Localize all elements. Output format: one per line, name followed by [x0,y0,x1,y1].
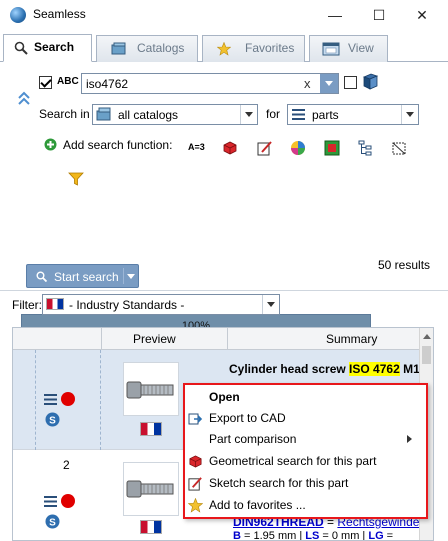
filter-row: Filter: - Industry Standards - [0,290,448,320]
chevron-down-icon[interactable] [262,295,279,314]
list-icon [292,109,305,120]
svg-text:S: S [49,415,56,426]
geometry-search-icon[interactable] [222,140,238,156]
results-count: 50 results [378,258,431,272]
part-dimensions: B = 1.95 mm | LS = 0 mm | LG = [233,530,394,541]
search-highlight: ISO 4762 [349,362,400,376]
tab-search[interactable]: Search [3,34,92,62]
menu-item-add-to-favorites[interactable]: Add to favorites ... [185,496,426,515]
maximize-button[interactable]: ☐ [369,5,389,25]
filter-value: - Industry Standards - [69,298,185,312]
color-search-icon[interactable] [290,140,306,156]
attribute-search-icon[interactable]: A=3 [188,142,205,152]
export-icon [188,413,203,425]
scroll-thumb[interactable] [422,346,431,364]
standards-flags-icon [140,422,162,436]
flags-icon [46,298,64,310]
standards-flags-icon [140,520,162,534]
submenu-arrow-icon [407,435,412,443]
start-search-label: Start search [54,270,119,284]
tab-favorites-label: Favorites [245,41,295,55]
title-bar: Seamless — ☐ ✕ [0,0,448,30]
search-in-value: all catalogs [118,108,179,122]
table-header: Preview Summary [13,328,421,350]
catalogs-icon [96,107,111,121]
menu-item-part-comparison[interactable]: Part comparison [185,430,426,449]
app-globe-icon [10,7,26,23]
menu-lines-icon[interactable] [44,394,57,405]
dollar-coin-icon[interactable]: S [45,412,60,427]
option-checkbox[interactable] [344,76,357,89]
sketch-search-icon[interactable] [257,140,273,156]
search-in-select[interactable]: all catalogs [92,104,258,125]
row-number: 2 [63,458,70,472]
search-in-label: Search in [39,107,90,121]
tab-favorites[interactable]: Favorites [202,35,305,62]
fulltext-checkbox[interactable] [39,76,52,89]
filter-funnel-icon[interactable] [68,171,84,187]
search-history-dropdown[interactable] [320,74,338,93]
minimize-button[interactable]: — [325,5,345,25]
status-red-dot [61,392,75,406]
start-search-button[interactable]: Start search [26,264,139,288]
chevron-down-icon[interactable] [127,274,135,279]
catalogs-icon [111,42,126,55]
tab-catalogs-label: Catalogs [137,41,185,55]
menu-item-geometrical-search[interactable]: Geometrical search for this part [185,452,426,471]
menu-item-sketch-search[interactable]: Sketch search for this part [185,474,426,493]
chevron-down-icon[interactable] [401,105,418,124]
window-title: Seamless [33,7,86,21]
part-title-prefix: Cylinder head screw [229,362,350,376]
tab-search-label: Search [34,40,75,54]
menu-item-open[interactable]: Open [185,388,426,407]
magnifier-icon [14,41,28,55]
menu-item-export-to-cad[interactable]: Export to CAD [185,409,426,428]
filter-label: Filter: [12,298,42,312]
search-for-value: parts [312,108,339,122]
tab-catalogs[interactable]: Catalogs [96,35,198,62]
context-menu: Open Export to CAD Part comparison Geome… [183,383,428,519]
menu-lines-icon[interactable] [44,496,57,507]
tab-view-label: View [348,41,374,55]
dollar-coin-icon[interactable]: S [45,514,60,529]
search-for-select[interactable]: parts [287,104,419,125]
topology-search-icon[interactable] [324,140,340,156]
close-button[interactable]: ✕ [412,5,432,25]
star-icon [188,498,203,513]
column-preview[interactable]: Preview [133,332,176,346]
for-label: for [266,107,281,121]
part-preview-image[interactable] [123,462,179,516]
geometry-search-icon [189,455,202,468]
column-summary[interactable]: Summary [326,332,377,346]
star-icon [217,42,231,56]
search-panel: ABC iso4762 x Search in all catalogs for… [0,62,448,339]
abc-label: ABC [57,76,79,87]
bounding-box-search-icon[interactable] [391,140,407,156]
filter-select[interactable]: - Industry Standards - [42,294,280,315]
svg-text:S: S [49,517,56,528]
book-icon[interactable] [362,73,379,90]
magnifier-icon [36,271,47,282]
sketch-search-icon [188,477,202,491]
search-input[interactable]: iso4762 x [81,73,339,94]
scroll-up-icon[interactable] [423,334,431,339]
collapse-chevrons-icon[interactable] [17,90,31,106]
view-window-icon [322,42,340,56]
add-icon [44,138,57,151]
add-search-function-label: Add search function: [63,138,173,152]
clear-icon[interactable]: x [304,76,311,91]
classification-search-icon[interactable] [357,140,373,156]
status-red-dot [61,494,75,508]
part-title[interactable]: Cylinder head screw ISO 4762 M1.6x [229,362,421,376]
chevron-down-icon[interactable] [240,105,257,124]
tab-bar: Search Catalogs Favorites View [0,30,448,62]
tab-view[interactable]: View [309,35,388,62]
part-title-suffix: M1.6x [403,362,421,376]
search-query: iso4762 [86,77,129,91]
part-preview-image[interactable] [123,362,179,416]
